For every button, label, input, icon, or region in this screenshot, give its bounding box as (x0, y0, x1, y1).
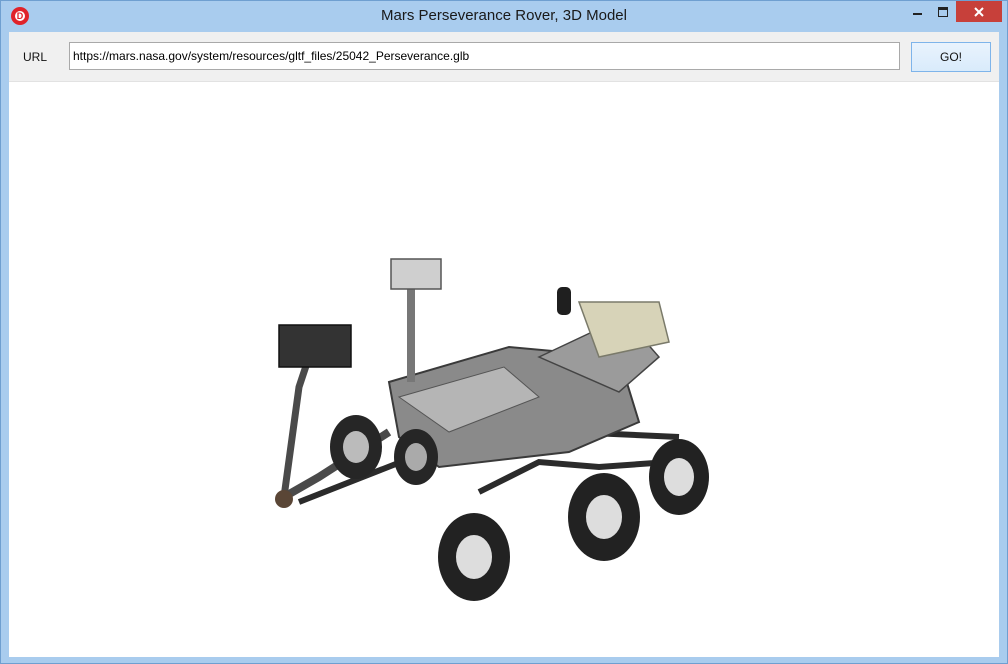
maximize-button[interactable] (930, 1, 956, 22)
title-bar[interactable]: D Mars Perseverance Rover, 3D Model (1, 1, 1007, 32)
wheel (394, 429, 438, 485)
wheel (649, 439, 709, 515)
rover-3d-model[interactable] (239, 247, 719, 607)
model-viewport[interactable] (9, 82, 999, 657)
url-toolbar: URL GO! (9, 32, 999, 82)
wheel (438, 513, 510, 601)
wheel (568, 473, 640, 561)
wheel (330, 415, 382, 479)
minimize-icon (912, 12, 922, 15)
url-label: URL (23, 50, 48, 64)
maximize-icon (938, 6, 948, 17)
window-title: Mars Perseverance Rover, 3D Model (381, 7, 627, 24)
close-icon (974, 6, 984, 17)
app-window: D Mars Perseverance Rover, 3D Model URL … (0, 0, 1008, 664)
go-button[interactable]: GO! (911, 42, 991, 72)
minimize-button[interactable] (904, 1, 930, 22)
close-button[interactable] (956, 1, 1002, 22)
url-input[interactable] (69, 42, 900, 70)
